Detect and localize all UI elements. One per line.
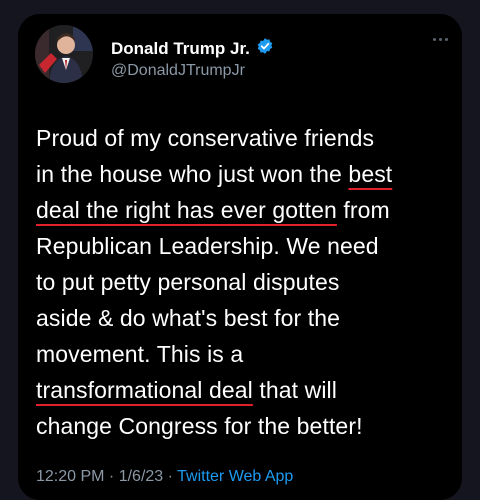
tweet-card: Donald Trump Jr. @DonaldJTrumpJr Proud o… xyxy=(18,14,462,500)
footer-separator: · xyxy=(163,468,178,485)
tweet-line: transformational deal that will xyxy=(36,372,456,408)
underlined-text: best xyxy=(348,161,393,187)
tweet-text-segment: aside & do what's best for the xyxy=(36,305,341,331)
avatar[interactable] xyxy=(35,25,93,83)
tweet-line: in the house who just won the best xyxy=(36,156,456,192)
underlined-text: transformational deal xyxy=(36,377,253,403)
tweet-source-app[interactable]: Twitter Web App xyxy=(177,468,293,485)
tweet-date[interactable]: 1/6/23 xyxy=(119,468,163,485)
tweet-text-segment: Republican Leadership. We need xyxy=(36,233,379,259)
author-name-row: Donald Trump Jr. xyxy=(111,37,274,60)
verified-badge-icon xyxy=(256,37,274,60)
tweet-text-segment: change Congress for the better! xyxy=(36,413,363,439)
tweet-line: aside & do what's best for the xyxy=(36,300,456,336)
tweet-text-segment: in the house who just won the xyxy=(36,161,349,187)
more-options-icon[interactable] xyxy=(433,38,448,41)
tweet-line: movement. This is a xyxy=(36,336,456,372)
tweet-line: Republican Leadership. We need xyxy=(36,228,456,264)
tweet-text-segment: movement. This is a xyxy=(36,341,244,367)
tweet-text-segment: from xyxy=(336,197,390,223)
tweet-line: change Congress for the better! xyxy=(36,408,456,444)
tweet-line: deal the right has ever gotten from xyxy=(36,192,456,228)
tweet-text-segment: Proud of my conservative friends xyxy=(36,125,375,151)
avatar-image xyxy=(35,25,93,83)
underlined-text: deal the right has ever gotten xyxy=(36,197,337,223)
tweet-text-segment: that will xyxy=(252,377,337,403)
tweet-time[interactable]: 12:20 PM xyxy=(36,468,104,485)
author-name[interactable]: Donald Trump Jr. xyxy=(111,39,250,59)
tweet-text-segment: to put petty personal disputes xyxy=(36,269,340,295)
tweet-footer: 12:20 PM · 1/6/23 · Twitter Web App xyxy=(36,468,293,486)
tweet-line: to put petty personal disputes xyxy=(36,264,456,300)
author-handle[interactable]: @DonaldJTrumpJr xyxy=(111,62,245,80)
footer-separator: · xyxy=(104,468,119,485)
tweet-text: Proud of my conservative friends in the h… xyxy=(36,120,456,444)
tweet-line: Proud of my conservative friends xyxy=(36,120,456,156)
